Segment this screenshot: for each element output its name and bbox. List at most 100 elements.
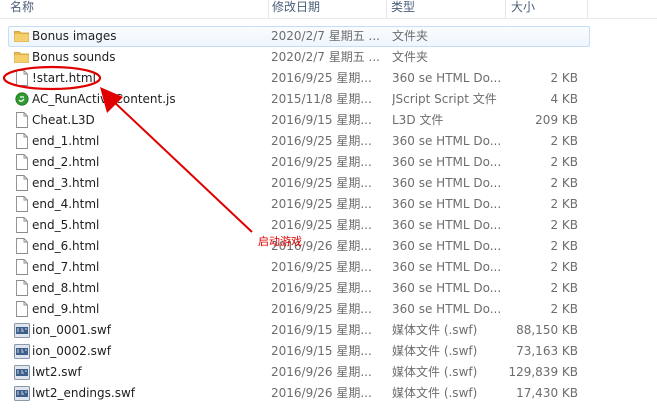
html-file-icon	[12, 174, 30, 193]
file-type: 360 se HTML Do...	[392, 71, 502, 85]
file-type: 360 se HTML Do...	[392, 176, 502, 190]
file-name: end_9.html	[32, 302, 100, 316]
column-header-type[interactable]: 类型	[387, 0, 505, 18]
file-name: Bonus sounds	[32, 50, 116, 64]
file-date: 2016/9/26 星期...	[271, 239, 372, 253]
file-date: 2016/9/25 星期...	[271, 218, 372, 232]
file-name: lwt2_endings.swf	[32, 386, 136, 400]
file-row[interactable]: end_9.html 2016/9/25 星期... 360 se HTML Do.…	[8, 299, 590, 320]
file-name: end_7.html	[32, 260, 100, 274]
file-type: 媒体文件 (.swf)	[392, 323, 478, 337]
file-size	[494, 27, 578, 46]
file-name: ion_0001.swf	[32, 323, 111, 337]
file-type: 360 se HTML Do...	[392, 239, 502, 253]
file-date: 2016/9/15 星期...	[271, 323, 372, 337]
file-name: end_3.html	[32, 176, 100, 190]
column-divider[interactable]	[505, 0, 506, 18]
file-size: 2 KB	[550, 155, 578, 169]
column-header-name[interactable]: 名称	[6, 0, 268, 18]
file-date: 2020/2/7 星期五 ...	[271, 50, 380, 64]
file-row[interactable]: end_1.html 2016/9/25 星期... 360 se HTML Do.…	[8, 131, 590, 152]
file-size	[494, 48, 578, 67]
file-type: 360 se HTML Do...	[392, 281, 502, 295]
file-row[interactable]: end_5.html 2016/9/25 星期... 360 se HTML Do.…	[8, 215, 590, 236]
file-date: 2016/9/25 星期...	[271, 134, 372, 148]
file-list: Bonus images 2020/2/7 星期五 ... 文件夹 Bonus sou…	[0, 26, 657, 404]
file-name: !start.html	[32, 71, 96, 85]
file-date: 2016/9/25 星期...	[271, 260, 372, 274]
file-size: 2 KB	[550, 281, 578, 295]
file-type: L3D 文件	[392, 113, 444, 127]
file-row[interactable]: end_4.html 2016/9/25 星期... 360 se HTML Do.…	[8, 194, 590, 215]
file-icon	[12, 111, 30, 130]
js-file-icon	[12, 90, 30, 109]
file-name: Bonus images	[32, 29, 117, 43]
file-size: 2 KB	[550, 260, 578, 274]
file-row[interactable]: ion_0001.swf 2016/9/15 星期... 媒体文件 (.swf) 88…	[8, 320, 590, 341]
file-type: 360 se HTML Do...	[392, 197, 502, 211]
html-file-icon	[12, 279, 30, 298]
file-date: 2016/9/25 星期...	[271, 71, 372, 85]
file-name: lwt2.swf	[32, 365, 82, 379]
file-type: 360 se HTML Do...	[392, 134, 502, 148]
file-size: 2 KB	[550, 71, 578, 85]
file-row[interactable]: end_8.html 2016/9/25 星期... 360 se HTML Do.…	[8, 278, 590, 299]
file-date: 2016/9/25 星期...	[271, 197, 372, 211]
file-type: 文件夹	[392, 29, 429, 43]
file-date: 2016/9/25 星期...	[271, 302, 372, 316]
file-date: 2016/9/26 星期...	[271, 386, 372, 400]
file-row[interactable]: !start.html 2016/9/25 星期... 360 se HTML Do…	[8, 68, 590, 89]
file-row[interactable]: end_6.html 2016/9/26 星期... 360 se HTML Do.…	[8, 236, 590, 257]
file-size: 73,163 KB	[516, 344, 578, 358]
file-name: AC_RunActiveContent.js	[32, 92, 176, 106]
file-size: 17,430 KB	[516, 386, 578, 400]
file-type: 媒体文件 (.swf)	[392, 365, 478, 379]
file-type: 媒体文件 (.swf)	[392, 344, 478, 358]
file-row[interactable]: end_7.html 2016/9/25 星期... 360 se HTML Do.…	[8, 257, 590, 278]
column-header-size[interactable]: 大小	[507, 0, 587, 18]
swf-file-icon	[12, 321, 30, 340]
file-name: end_1.html	[32, 134, 100, 148]
file-row[interactable]: end_2.html 2016/9/25 星期... 360 se HTML Do.…	[8, 152, 590, 173]
file-row[interactable]: lwt2_endings.swf 2016/9/26 星期... 媒体文件 (.sw…	[8, 383, 590, 404]
file-date: 2016/9/15 星期...	[271, 113, 372, 127]
file-date: 2016/9/15 星期...	[271, 344, 372, 358]
swf-file-icon	[12, 342, 30, 361]
file-row[interactable]: end_3.html 2016/9/25 星期... 360 se HTML Do.…	[8, 173, 590, 194]
file-size: 2 KB	[550, 134, 578, 148]
swf-file-icon	[12, 384, 30, 403]
file-size: 2 KB	[550, 176, 578, 190]
list-overflow-strip	[0, 404, 657, 415]
html-file-icon	[12, 237, 30, 256]
column-header-date[interactable]: 修改日期	[268, 0, 386, 18]
file-type: 360 se HTML Do...	[392, 302, 502, 316]
file-name: end_4.html	[32, 197, 100, 211]
file-row[interactable]: AC_RunActiveContent.js 2015/11/8 星期... JSc…	[8, 89, 590, 110]
file-size: 88,150 KB	[516, 323, 578, 337]
file-name: end_8.html	[32, 281, 100, 295]
file-type: JScript Script 文件	[392, 92, 497, 106]
folder-row[interactable]: Bonus sounds 2020/2/7 星期五 ... 文件夹	[8, 47, 590, 68]
file-name: Cheat.L3D	[32, 113, 95, 127]
column-divider[interactable]	[587, 0, 588, 18]
file-size: 129,839 KB	[508, 365, 578, 379]
file-type: 360 se HTML Do...	[392, 260, 502, 274]
file-date: 2015/11/8 星期...	[271, 92, 372, 106]
file-size: 2 KB	[550, 239, 578, 253]
file-size: 2 KB	[550, 197, 578, 211]
file-date: 2016/9/25 星期...	[271, 155, 372, 169]
file-type: 文件夹	[392, 50, 429, 64]
folder-icon	[12, 48, 30, 67]
html-file-icon	[12, 216, 30, 235]
file-row[interactable]: lwt2.swf 2016/9/26 星期... 媒体文件 (.swf) 129,83…	[8, 362, 590, 383]
html-file-icon	[12, 69, 30, 88]
file-size: 2 KB	[550, 218, 578, 232]
file-name: end_5.html	[32, 218, 100, 232]
file-size: 209 KB	[535, 113, 578, 127]
file-row[interactable]: Cheat.L3D 2016/9/15 星期... L3D 文件 209 KB	[8, 110, 590, 131]
file-row[interactable]: ion_0002.swf 2016/9/15 星期... 媒体文件 (.swf) 73…	[8, 341, 590, 362]
html-file-icon	[12, 132, 30, 151]
folder-row[interactable]: Bonus images 2020/2/7 星期五 ... 文件夹	[8, 26, 590, 47]
file-size: 2 KB	[550, 302, 578, 316]
swf-file-icon	[12, 363, 30, 382]
